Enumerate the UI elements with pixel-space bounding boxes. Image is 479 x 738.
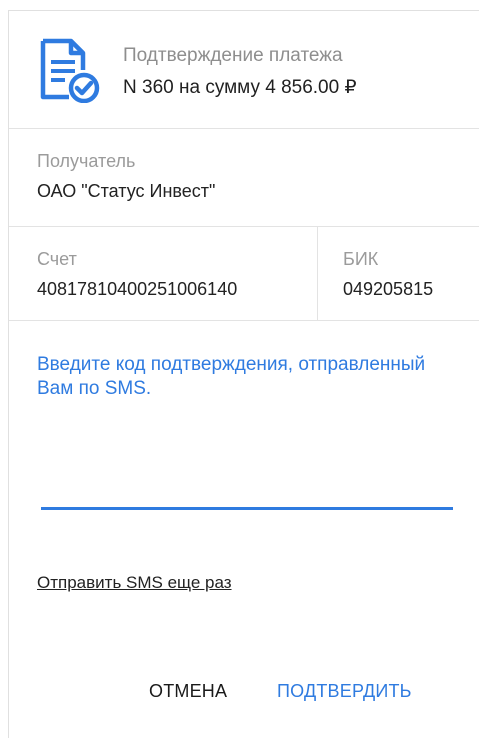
account-value: 40817810400251006140 xyxy=(37,279,238,299)
document-check-icon xyxy=(40,38,100,103)
bik-label: БИК xyxy=(343,249,379,269)
cancel-button[interactable]: ОТМЕНА xyxy=(145,677,231,706)
recipient-value: ОАО "Статус Инвест" xyxy=(37,181,216,201)
account-section: Счет 40817810400251006140 БИК 049205815 xyxy=(9,227,479,321)
sms-code-underline xyxy=(41,507,453,510)
sms-code-input[interactable] xyxy=(41,481,453,507)
payment-confirmation-dialog: Подтверждение платежа N 360 на сумму 4 8… xyxy=(8,10,479,738)
account-label: Счет xyxy=(37,249,77,269)
recipient-section: Получатель ОАО "Статус Инвест" xyxy=(9,129,479,227)
column-divider xyxy=(317,227,318,320)
dialog-header: Подтверждение платежа N 360 на сумму 4 8… xyxy=(9,11,479,129)
bik-value: 049205815 xyxy=(343,279,434,299)
sms-prompt: Введите код подтверждения, отправленный … xyxy=(37,354,426,399)
dialog-title: Подтверждение платежа xyxy=(123,45,343,66)
confirm-button[interactable]: ПОДТВЕРДИТЬ xyxy=(273,677,416,706)
resend-sms-link[interactable]: Отправить SMS еще раз xyxy=(37,573,232,593)
payment-summary: N 360 на сумму 4 856.00 ₽ xyxy=(123,77,357,98)
recipient-label: Получатель xyxy=(37,151,136,171)
